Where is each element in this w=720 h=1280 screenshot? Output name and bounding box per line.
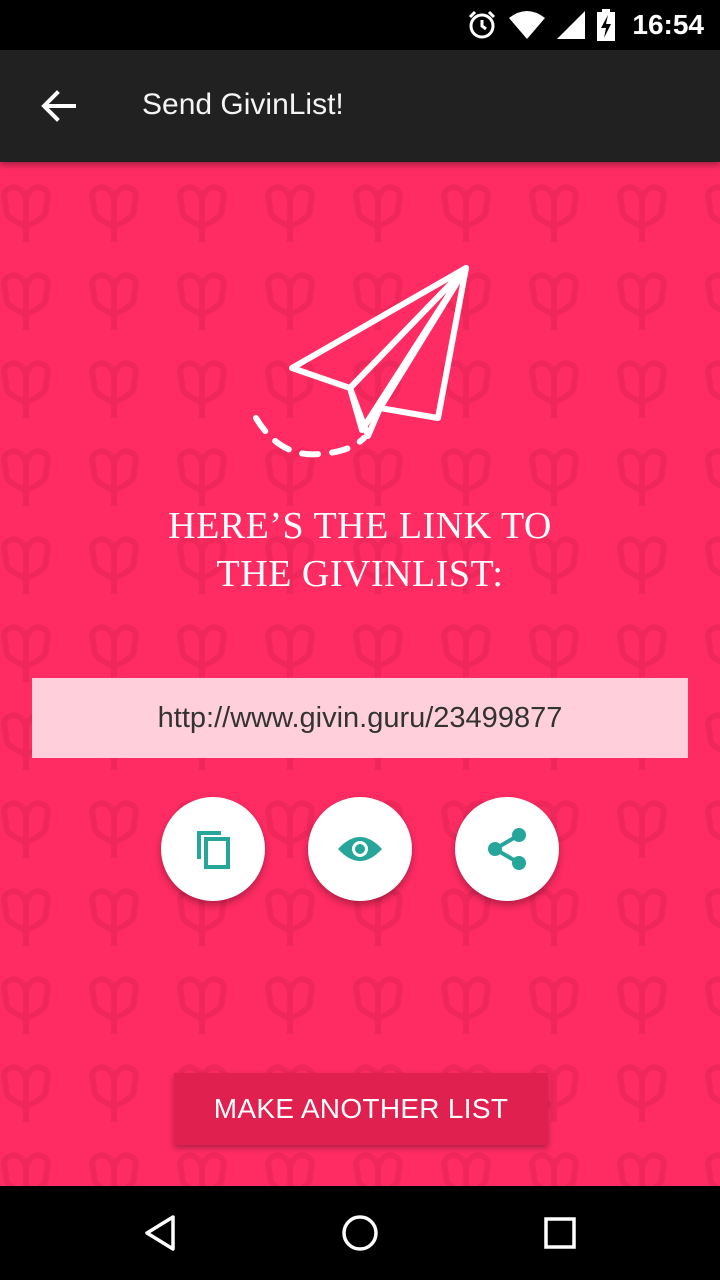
link-text[interactable]: http://www.givin.guru/23499877 [158, 702, 563, 735]
headline: HERE’S THE LINK TO THE GIVINLIST: [0, 502, 720, 598]
page-title: Send GivinList! [142, 88, 344, 121]
share-button[interactable] [455, 797, 559, 901]
copy-link-button[interactable] [161, 797, 265, 901]
view-list-button[interactable] [308, 797, 412, 901]
app-bar: Send GivinList! [0, 50, 720, 162]
main-content: HERE’S THE LINK TO THE GIVINLIST: http:/… [0, 162, 720, 1186]
paper-plane-icon [253, 265, 469, 458]
make-another-list-button[interactable]: MAKE ANOTHER LIST [174, 1073, 548, 1145]
status-icons: 16:54 [466, 0, 704, 50]
battery-charging-icon [597, 9, 616, 41]
copy-icon [197, 831, 230, 869]
headline-line-1: HERE’S THE LINK TO [168, 505, 552, 547]
nav-home-icon [342, 1215, 378, 1251]
status-bar: 16:54 [0, 0, 720, 50]
navigation-bar [0, 1186, 720, 1280]
nav-home-button[interactable] [335, 1208, 385, 1258]
link-field[interactable]: http://www.givin.guru/23499877 [32, 678, 688, 758]
nav-recent-icon [544, 1217, 576, 1249]
arrow-back-icon [41, 90, 76, 122]
alarm-icon [469, 10, 496, 39]
share-icon [488, 828, 526, 870]
wifi-icon [509, 11, 546, 39]
headline-line-2: THE GIVINLIST: [216, 553, 504, 595]
nav-back-button[interactable] [135, 1208, 185, 1258]
back-button[interactable] [32, 80, 84, 132]
make-another-list-label: MAKE ANOTHER LIST [213, 1093, 509, 1124]
nav-back-icon [145, 1215, 175, 1251]
eye-icon [338, 837, 382, 861]
status-time: 16:54 [632, 9, 704, 40]
signal-icon [557, 11, 586, 39]
nav-recent-button[interactable] [535, 1208, 585, 1258]
